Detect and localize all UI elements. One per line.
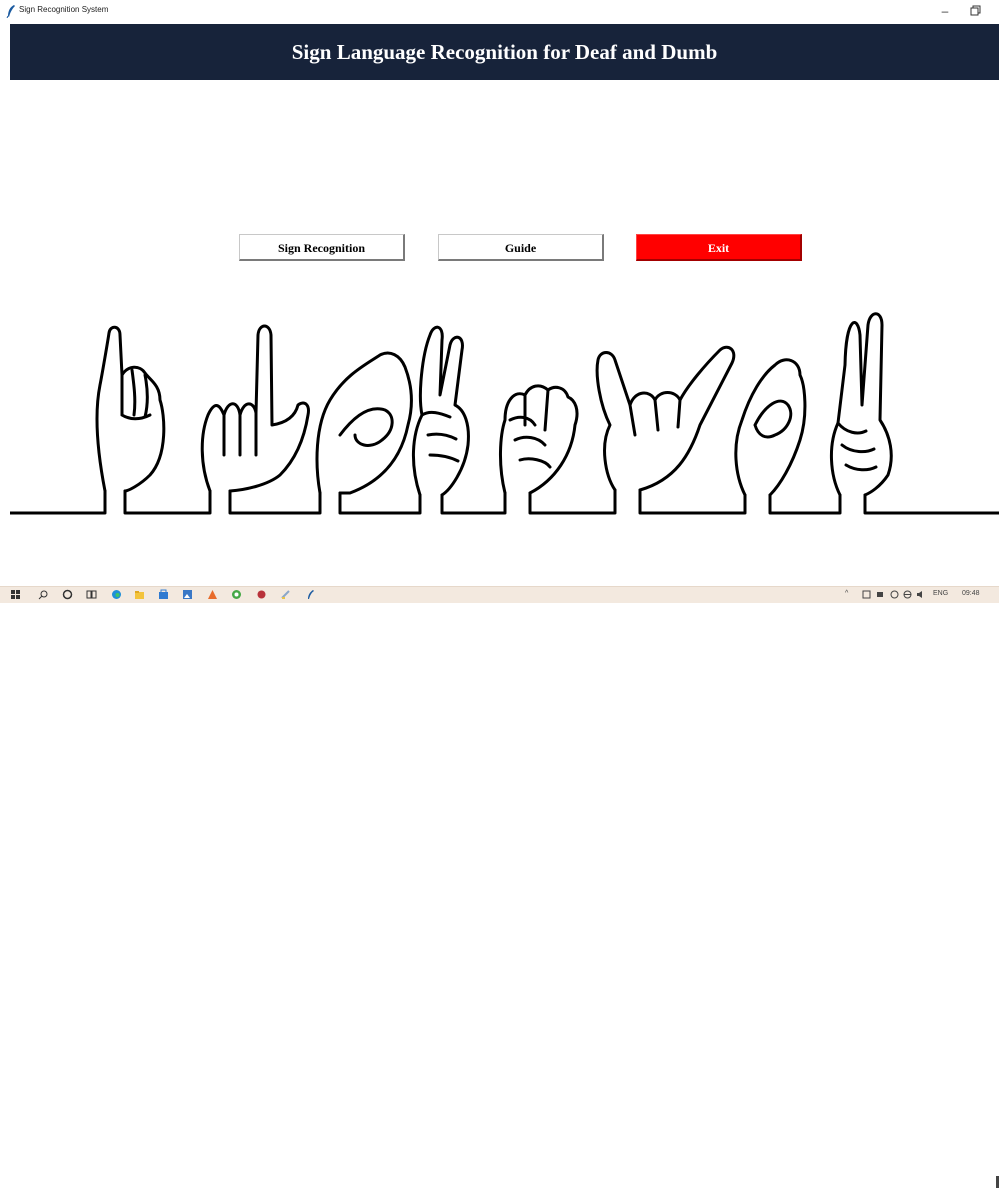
tray-app-icon[interactable] xyxy=(862,590,871,599)
sign-recognition-button[interactable]: Sign Recognition xyxy=(239,234,405,261)
window-titlebar: Sign Recognition System – xyxy=(0,0,999,22)
sign-language-hands-illustration xyxy=(10,312,999,515)
guide-button[interactable]: Guide xyxy=(438,234,604,261)
windows-start-icon[interactable] xyxy=(10,589,21,600)
exit-button[interactable]: Exit xyxy=(636,234,802,261)
chrome-icon[interactable] xyxy=(231,589,242,600)
cortana-icon[interactable] xyxy=(62,589,73,600)
tray-chevron-icon[interactable]: ^ xyxy=(845,590,848,597)
file-explorer-icon[interactable] xyxy=(134,589,145,600)
task-view-icon[interactable] xyxy=(86,589,97,600)
photos-icon[interactable] xyxy=(182,589,193,600)
edge-icon[interactable] xyxy=(111,589,122,600)
python-idle-icon[interactable] xyxy=(280,589,291,600)
taskbar: ^ ENG 09:48 xyxy=(0,586,999,1188)
restore-icon[interactable] xyxy=(965,2,985,20)
window-title: Sign Recognition System xyxy=(19,5,109,14)
page-title: Sign Language Recognition for Deaf and D… xyxy=(291,40,718,64)
cloud-icon[interactable] xyxy=(890,590,899,599)
battery-icon[interactable] xyxy=(876,590,885,599)
language-indicator[interactable]: ENG xyxy=(933,590,948,597)
feather-icon[interactable] xyxy=(305,589,316,600)
main-content: Sign Recognition Guide Exit xyxy=(10,80,999,585)
volume-icon[interactable] xyxy=(916,590,925,599)
minimize-button[interactable]: – xyxy=(935,2,955,20)
feather-icon xyxy=(6,5,15,18)
clock[interactable]: 09:48 xyxy=(962,590,980,597)
store-icon[interactable] xyxy=(158,589,169,600)
app-icon[interactable] xyxy=(207,589,218,600)
network-icon[interactable] xyxy=(903,590,912,599)
app-icon[interactable] xyxy=(256,589,267,600)
header-banner: Sign Language Recognition for Deaf and D… xyxy=(10,24,999,80)
search-icon[interactable] xyxy=(38,589,49,600)
